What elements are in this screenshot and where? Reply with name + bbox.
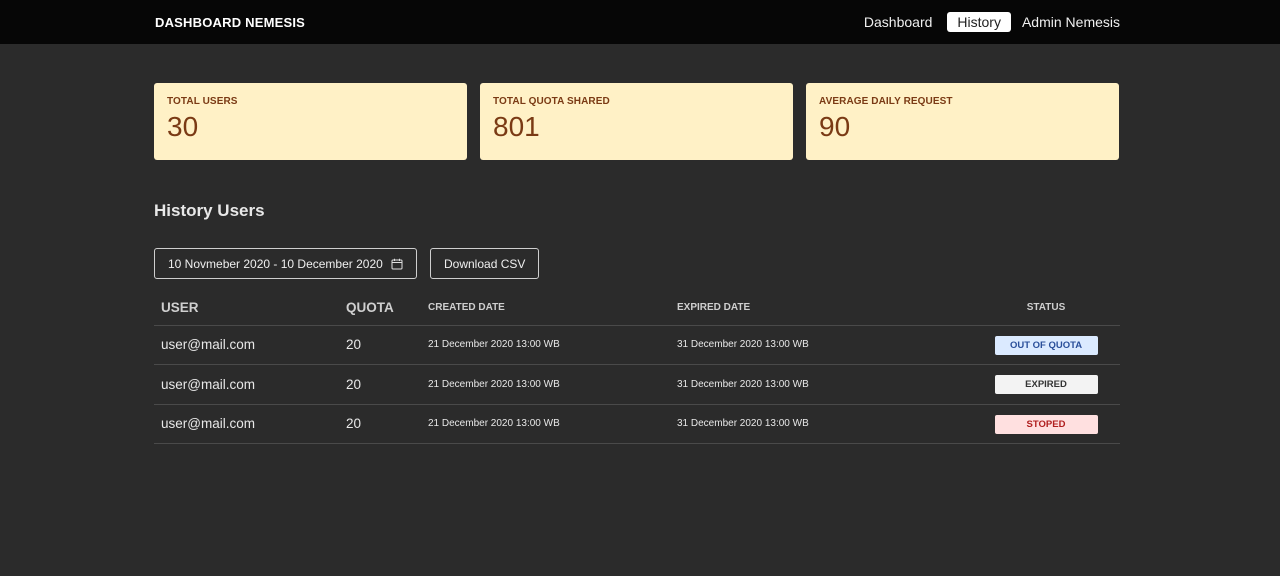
column-header-expired-date: EXPIRED DATE [670,291,919,326]
top-navbar: DASHBOARD NEMESIS Dashboard History Admi… [0,0,1280,44]
download-csv-button[interactable]: Download CSV [430,248,540,279]
main-nav: Dashboard History Admin Nemesis [858,12,1120,32]
status-badge: STOPED [994,414,1098,434]
cell-status: OUT OF QUOTA [919,325,1120,365]
stat-label: AVERAGE DAILY REQUEST [819,96,953,107]
cell-expired-date: 31 December 2020 13:00 WB [670,364,919,405]
stats-cards: TOTAL USERS 30 TOTAL QUOTA SHARED 801 AV… [154,83,1120,160]
column-header-user: USER [154,291,339,326]
column-header-status: STATUS [919,291,1120,326]
cell-quota: 20 [339,404,421,444]
cell-quota: 20 [339,364,421,405]
stat-label: TOTAL USERS [167,96,238,107]
cell-user: user@mail.com [154,364,339,405]
stat-value: 30 [167,111,199,142]
column-header-created-date: CREATED DATE [421,291,670,326]
cell-status: EXPIRED [919,364,1120,405]
main-content: TOTAL USERS 30 TOTAL QUOTA SHARED 801 AV… [154,83,1120,444]
cell-created-date: 21 December 2020 13:00 WB [421,404,670,444]
stat-label: TOTAL QUOTA SHARED [493,96,610,107]
status-badge: EXPIRED [994,375,1098,395]
nav-dashboard[interactable]: Dashboard [858,12,939,32]
brand-title[interactable]: DASHBOARD NEMESIS [155,15,305,30]
table-row: user@mail.com 20 21 December 2020 13:00 … [154,364,1120,405]
table-row: user@mail.com 20 21 December 2020 13:00 … [154,325,1120,365]
cell-expired-date: 31 December 2020 13:00 WB [670,404,919,444]
filter-controls: 10 Novmeber 2020 - 10 December 2020 Down… [154,248,1120,279]
stat-card-total-users: TOTAL USERS 30 [154,83,467,160]
table-row: user@mail.com 20 21 December 2020 13:00 … [154,404,1120,444]
calendar-icon [391,258,403,269]
cell-created-date: 21 December 2020 13:00 WB [421,364,670,405]
cell-user: user@mail.com [154,325,339,365]
date-range-picker[interactable]: 10 Novmeber 2020 - 10 December 2020 [154,248,417,279]
cell-quota: 20 [339,325,421,365]
cell-expired-date: 31 December 2020 13:00 WB [670,325,919,365]
date-range-value: 10 Novmeber 2020 - 10 December 2020 [168,256,383,271]
stat-value: 801 [493,111,540,142]
stat-card-average-daily-request: AVERAGE DAILY REQUEST 90 [806,83,1119,160]
stat-value: 90 [819,111,851,142]
cell-user: user@mail.com [154,404,339,444]
cell-status: STOPED [919,404,1120,444]
stat-card-total-quota: TOTAL QUOTA SHARED 801 [480,83,793,160]
table-header-row: USER QUOTA CREATED DATE EXPIRED DATE STA… [154,291,1120,326]
history-table: USER QUOTA CREATED DATE EXPIRED DATE STA… [154,291,1120,444]
column-header-quota: QUOTA [339,291,421,326]
status-badge: OUT OF QUOTA [994,335,1098,355]
cell-created-date: 21 December 2020 13:00 WB [421,325,670,365]
nav-history[interactable]: History [947,12,1011,32]
section-title: History Users [154,201,265,220]
nav-admin-account[interactable]: Admin Nemesis [1020,12,1120,32]
